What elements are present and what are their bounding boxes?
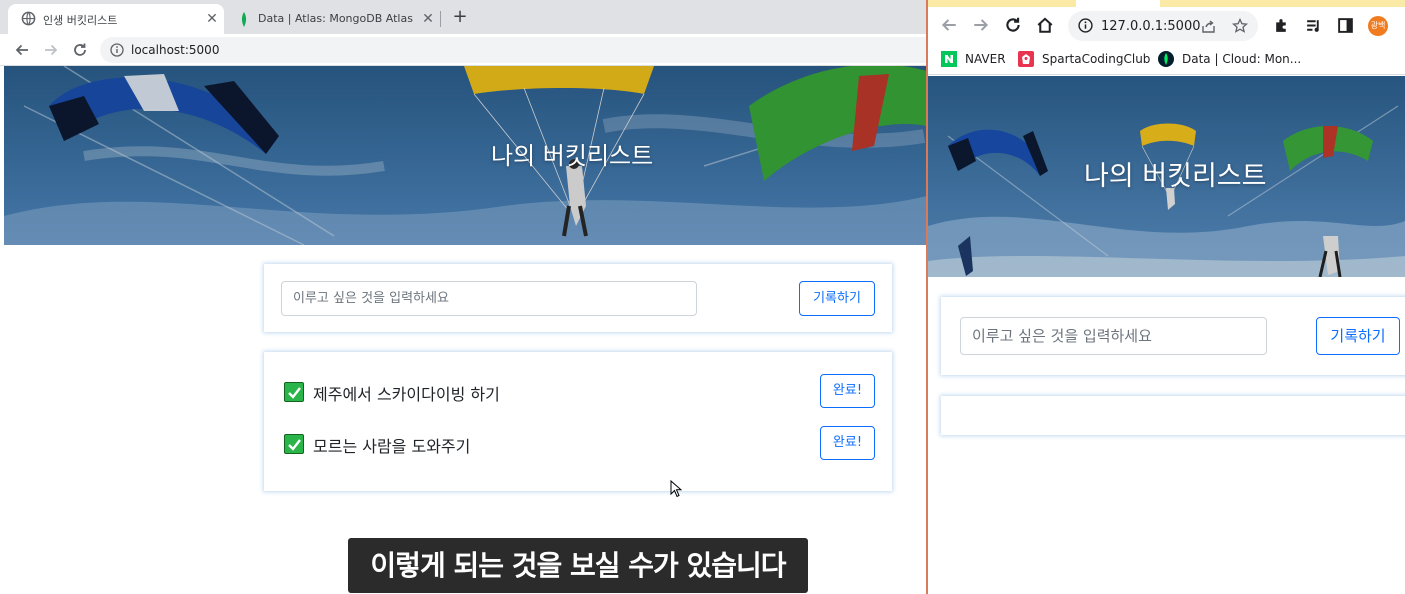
globe-icon: [21, 11, 36, 26]
tab-bucketlist[interactable]: 인생 버킷리스트 ✕: [8, 4, 224, 34]
back-arrow-icon: [15, 44, 28, 56]
right-browser-window: 127.0.0.1:5000 광백 NAVER SpartaCodingClub…: [928, 0, 1405, 594]
hero-banner: 나의 버킷리스트: [928, 76, 1405, 277]
new-tab-button[interactable]: +: [450, 7, 470, 27]
bucket-list-card: 제주에서 스카이다이빙 하기 완료! 모르는 사람을 도와주기 완료!: [264, 352, 892, 491]
url-text: localhost:5000: [131, 43, 220, 57]
bucket-list-card: [941, 396, 1405, 435]
reload-icon: [1006, 17, 1020, 32]
tab-title: Data | Atlas: MongoDB Atlas: [258, 12, 413, 25]
mongodb-leaf-icon: [240, 12, 248, 27]
share-icon[interactable]: [1201, 19, 1216, 33]
done-button[interactable]: 완료!: [820, 374, 875, 408]
back-button[interactable]: [10, 38, 34, 62]
star-icon[interactable]: [1232, 18, 1248, 34]
extensions-icon[interactable]: [1273, 17, 1290, 34]
checkmark-icon: [284, 434, 304, 454]
bookmarks-bar: NAVER SpartaCodingClub Data | Cloud: Mon…: [928, 43, 1405, 75]
browser-toolbar: 127.0.0.1:5000 광백: [928, 7, 1405, 43]
sparta-icon: [1018, 51, 1034, 67]
profile-avatar[interactable]: 광백: [1368, 16, 1388, 36]
url-text: 127.0.0.1:5000: [1101, 19, 1201, 34]
info-icon[interactable]: [1078, 18, 1093, 33]
bucket-input[interactable]: [281, 281, 697, 316]
side-panel-icon[interactable]: [1337, 17, 1354, 34]
bookmark-naver[interactable]: NAVER: [941, 51, 1011, 67]
back-arrow-icon: [941, 19, 956, 31]
hero-banner: 나의 버킷리스트: [4, 66, 927, 245]
page-title: 나의 버킷리스트: [491, 142, 654, 170]
list-item-text: 모르는 사람을 도와주기: [313, 437, 471, 456]
tab-strip: 인생 버킷리스트 ✕ Data | Atlas: MongoDB Atlas ✕…: [0, 0, 927, 34]
checkmark-icon: [284, 382, 304, 402]
bookmark-mongodb-cloud[interactable]: Data | Cloud: Mon...: [1158, 51, 1301, 67]
naver-icon: [941, 51, 957, 67]
close-icon[interactable]: ✕: [204, 11, 220, 27]
home-button[interactable]: [1033, 13, 1057, 37]
mouse-cursor-icon: [670, 479, 683, 502]
tab-title: 인생 버킷리스트: [43, 14, 118, 27]
video-subtitle: 이렇게 되는 것을 보실 수가 있습니다: [348, 538, 808, 593]
back-button[interactable]: [937, 13, 961, 37]
tab-mongodb-atlas[interactable]: Data | Atlas: MongoDB Atlas ✕: [226, 4, 440, 34]
reload-icon: [74, 43, 86, 56]
done-button[interactable]: 완료!: [820, 426, 875, 460]
skydiving-background-image: [4, 66, 927, 245]
reload-button[interactable]: [1001, 13, 1025, 37]
save-button[interactable]: 기록하기: [799, 281, 875, 316]
list-item-text: 제주에서 스카이다이빙 하기: [313, 385, 500, 404]
input-card: 기록하기: [264, 264, 892, 332]
active-tab[interactable]: [1076, 0, 1160, 7]
info-icon[interactable]: [110, 43, 124, 57]
forward-arrow-icon: [45, 44, 58, 56]
forward-button[interactable]: [39, 38, 63, 62]
address-bar[interactable]: 127.0.0.1:5000: [1068, 11, 1258, 41]
media-queue-icon[interactable]: [1305, 17, 1322, 34]
save-button[interactable]: 기록하기: [1316, 317, 1400, 355]
tab-strip: [928, 0, 1405, 7]
forward-arrow-icon: [974, 19, 989, 31]
bookmark-spartacodingclub[interactable]: SpartaCodingClub: [1018, 51, 1150, 67]
home-icon: [1037, 17, 1053, 33]
bucket-input[interactable]: [960, 317, 1267, 355]
forward-button[interactable]: [969, 13, 993, 37]
left-browser-window: 인생 버킷리스트 ✕ Data | Atlas: MongoDB Atlas ✕…: [0, 0, 927, 594]
input-card: 기록하기: [941, 297, 1405, 375]
reload-button[interactable]: [68, 38, 92, 62]
page-title: 나의 버킷리스트: [1084, 161, 1267, 192]
address-bar[interactable]: localhost:5000: [100, 37, 927, 63]
close-icon[interactable]: ✕: [420, 11, 436, 27]
browser-toolbar: localhost:5000: [0, 34, 927, 66]
tab-separator: [440, 11, 441, 27]
mongodb-leaf-icon: [1158, 51, 1174, 67]
